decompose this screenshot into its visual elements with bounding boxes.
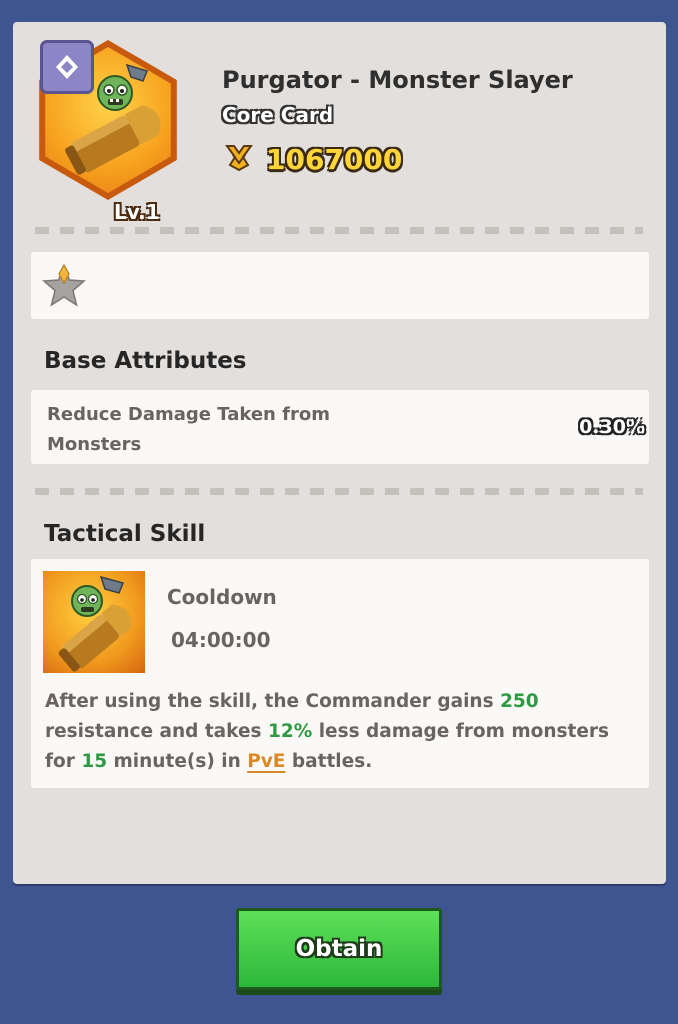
obtain-button[interactable]: Obtain [236,908,442,990]
attribute-value: 0.30% [579,416,645,438]
cooldown-label: Cooldown [167,585,277,609]
resistance-value: 250 [500,691,539,712]
tactical-skill-box: Cooldown 04:00:00 After using the skill,… [31,559,649,788]
attribute-name: Reduce Damage Taken from Monsters [47,404,330,455]
power-value: 1067000 [266,142,403,176]
cooldown-value: 04:00:00 [171,628,271,652]
base-attributes-title: Base Attributes [44,348,247,374]
card-name: Purgator - Monster Slayer [222,66,573,94]
skill-description: After using the skill, the Commander gai… [45,687,645,777]
star-rating-box [31,252,649,319]
desc-text: resistance and takes [45,721,268,742]
crossed-swords-shield-icon [222,141,256,177]
damage-reduction-value: 12% [267,721,313,742]
pve-link[interactable]: PvE [247,751,285,772]
divider [35,227,643,234]
skill-icon [43,571,145,673]
desc-text: battles. [285,751,373,772]
power-row: 1067000 [222,142,402,176]
duration-value: 15 [81,751,108,772]
desc-text: minute(s) in [107,751,248,772]
desc-text: After using the skill, the Commander gai… [45,691,501,712]
card-level: Lv.1 [114,200,160,224]
diamond-badge-icon [40,40,94,94]
tactical-skill-title: Tactical Skill [44,521,206,547]
divider [35,488,643,495]
card-type: Core Card [222,103,334,127]
star-icon [41,263,87,312]
attribute-row: Reduce Damage Taken from Monsters 0.30% [31,390,649,464]
